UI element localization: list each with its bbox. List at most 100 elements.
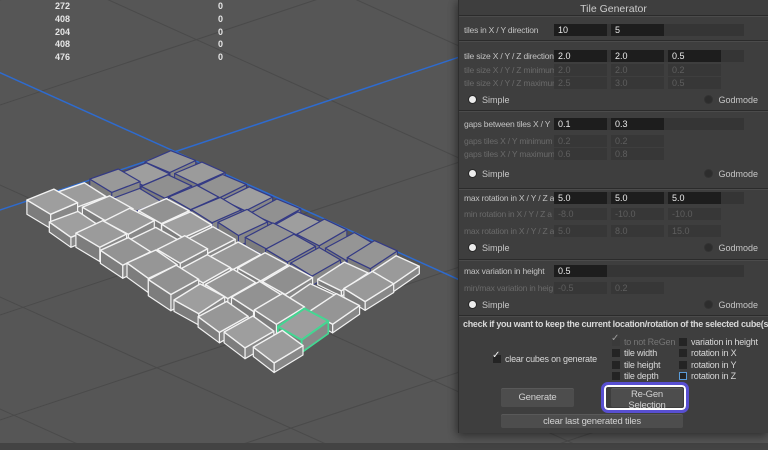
hud-value: 0: [218, 39, 224, 50]
hud-row: 272 0: [55, 1, 255, 14]
tile-depth-checkbox[interactable]: [612, 372, 620, 381]
field-row: gaps between tiles X / Y 0.1 0.3: [459, 117, 768, 131]
clear-cubes-label: clear cubes on generate: [505, 353, 597, 364]
checkbox-grid: ✓ clear cubes on generate ✓ to not ReGen…: [459, 332, 768, 383]
simple-radio-tile-size[interactable]: [469, 96, 476, 103]
tile-size-min-label: tile size X / Y / Z minimum: [464, 65, 554, 75]
godmode-radio-gaps[interactable]: [705, 170, 713, 177]
gaps-y-input[interactable]: 0.3: [611, 118, 664, 130]
hud-value: 408: [55, 39, 71, 50]
clear-last-tiles-button[interactable]: clear last generated tiles: [501, 414, 683, 428]
keep-location-note: check if you want to keep the current lo…: [463, 319, 768, 329]
to-not-regen-label: to not ReGen: [624, 336, 676, 347]
tile-generator-panel: Tile Generator tiles in X / Y direction …: [458, 0, 768, 433]
rot-max-z-input: 15.0: [668, 225, 721, 237]
hud-row: 408 0: [55, 39, 255, 52]
height-variation-label: max variation in height: [464, 266, 545, 276]
gaps-x-input[interactable]: 0.1: [554, 118, 607, 130]
simple-radio-rotation[interactable]: [469, 244, 476, 251]
rotation-x-checkbox[interactable]: [679, 349, 687, 358]
tile-size-z-input[interactable]: 0.5: [668, 50, 721, 62]
field-row: max rotation in X / Y / Z a 5.0 8.0 15.0: [459, 225, 768, 237]
tile-size-label: tile size X / Y / Z direction: [464, 51, 554, 61]
height-minmax-label: min/max variation in heig: [464, 283, 554, 293]
field-strip: 0.5: [554, 265, 744, 277]
tile-size-min-z-input: 0.2: [668, 64, 721, 76]
field-row: gaps tiles X / Y maximum 0.6 0.8: [459, 148, 768, 160]
rot-max-x-input: 5.0: [554, 225, 607, 237]
hud-value: 408: [55, 13, 71, 24]
tile-size-max-label: tile size X / Y / Z maximum: [464, 78, 554, 88]
rot-x-input[interactable]: 5.0: [554, 192, 607, 204]
tiles-xy-label: tiles in X / Y direction: [464, 25, 539, 35]
checkbox-row: rotation in Z: [679, 371, 758, 383]
maya-window: 272 0 408 0 204 0 408 0 476 0 Tile Generator …: [0, 0, 768, 450]
panel-title: Tile Generator: [580, 3, 647, 15]
godmode-radio-height[interactable]: [705, 301, 713, 308]
separator: [459, 259, 768, 261]
godmode-radio-label: Godmode: [718, 299, 758, 310]
footer-buttons: Generate Re-Gen Selection clear last gen…: [459, 382, 768, 432]
tile-size-y-input[interactable]: 2.0: [611, 50, 664, 62]
hud-value: 0: [218, 13, 224, 24]
variation-height-checkbox[interactable]: [679, 337, 687, 346]
rotation-x-label: rotation in X: [691, 348, 737, 359]
gaps-max-y-input: 0.8: [611, 148, 664, 160]
gaps-min-y-input: 0.2: [611, 135, 664, 147]
tile-size-max-z-input: 0.5: [668, 77, 721, 89]
rot-z-input[interactable]: 5.0: [668, 192, 721, 204]
checkbox-row: variation in height: [679, 336, 758, 348]
rot-min-x-input: -8.0: [554, 208, 607, 220]
separator: [459, 15, 768, 17]
tile-height-checkbox[interactable]: [612, 360, 620, 369]
field-row: max variation in height 0.5: [459, 264, 768, 278]
hud-value: 0: [218, 52, 224, 63]
rotation-y-checkbox[interactable]: [679, 360, 687, 369]
height-max-input: 0.2: [611, 282, 664, 294]
godmode-radio-tile-size[interactable]: [705, 96, 713, 103]
rotation-y-label: rotation in Y: [691, 359, 737, 370]
field-strip: 5.0 5.0 5.0: [554, 192, 744, 204]
field-row: min/max variation in heig -0.5 0.2: [459, 282, 768, 294]
generate-button[interactable]: Generate: [501, 388, 574, 407]
tiles-x-input[interactable]: 10: [554, 24, 607, 36]
tile-width-checkbox[interactable]: [612, 349, 620, 358]
clear-cubes-checkbox[interactable]: ✓: [492, 350, 501, 363]
simple-radio-gaps[interactable]: [469, 170, 476, 177]
rot-min-y-input: -10.0: [611, 208, 664, 220]
mode-radio-row: Simple Godmode: [459, 298, 768, 311]
field-row: max rotation in X / Y / Z a 5.0 5.0 5.0: [459, 191, 768, 205]
min-rotation-label: min rotation in X / Y / Z a: [464, 209, 552, 219]
gaps-min-x-input: 0.2: [554, 135, 607, 147]
checkbox-row: tile height: [612, 359, 679, 371]
hud-value: 0: [218, 1, 224, 11]
godmode-radio-rotation[interactable]: [705, 244, 713, 251]
tile-size-max-y-input: 3.0: [611, 77, 664, 89]
tile-size-x-input[interactable]: 2.0: [554, 50, 607, 62]
mode-radio-row: Simple Godmode: [459, 241, 768, 254]
gaps-min-label: gaps tiles X / Y minimum: [464, 136, 553, 146]
rot-y-input[interactable]: 5.0: [611, 192, 664, 204]
tiles-y-input[interactable]: 5: [611, 24, 664, 36]
tile-depth-label: tile depth: [624, 371, 659, 382]
tile-size-max-x-input: 2.5: [554, 77, 607, 89]
hud-row: 476 0: [55, 52, 255, 65]
checkmark-icon: ✓: [611, 332, 620, 344]
godmode-radio-label: Godmode: [718, 242, 758, 253]
poly-count-hud: 272 0 408 0 204 0 408 0 476 0: [55, 1, 255, 65]
simple-radio-height[interactable]: [469, 301, 476, 308]
field-row: gaps tiles X / Y minimum 0.2 0.2: [459, 135, 768, 147]
height-variation-input[interactable]: 0.5: [554, 265, 607, 277]
hud-value: 0: [218, 26, 224, 37]
godmode-radio-label: Godmode: [718, 94, 758, 105]
field-row: tile size X / Y / Z maximum 2.5 3.0 0.5: [459, 77, 768, 89]
checkbox-row: ✓ to not ReGen: [611, 332, 679, 348]
field-row: tile size X / Y / Z direction 2.0 2.0 0.…: [459, 49, 768, 63]
max-rotation-label: max rotation in X / Y / Z a: [464, 193, 554, 203]
simple-radio-label: Simple: [482, 299, 510, 310]
regen-selection-button[interactable]: Re-Gen Selection: [611, 388, 683, 411]
hud-value: 272: [55, 1, 71, 11]
mode-radio-row: Simple Godmode: [459, 93, 768, 106]
rotation-z-checkbox[interactable]: [679, 372, 687, 381]
field-row: min rotation in X / Y / Z a -8.0 -10.0 -…: [459, 208, 768, 220]
